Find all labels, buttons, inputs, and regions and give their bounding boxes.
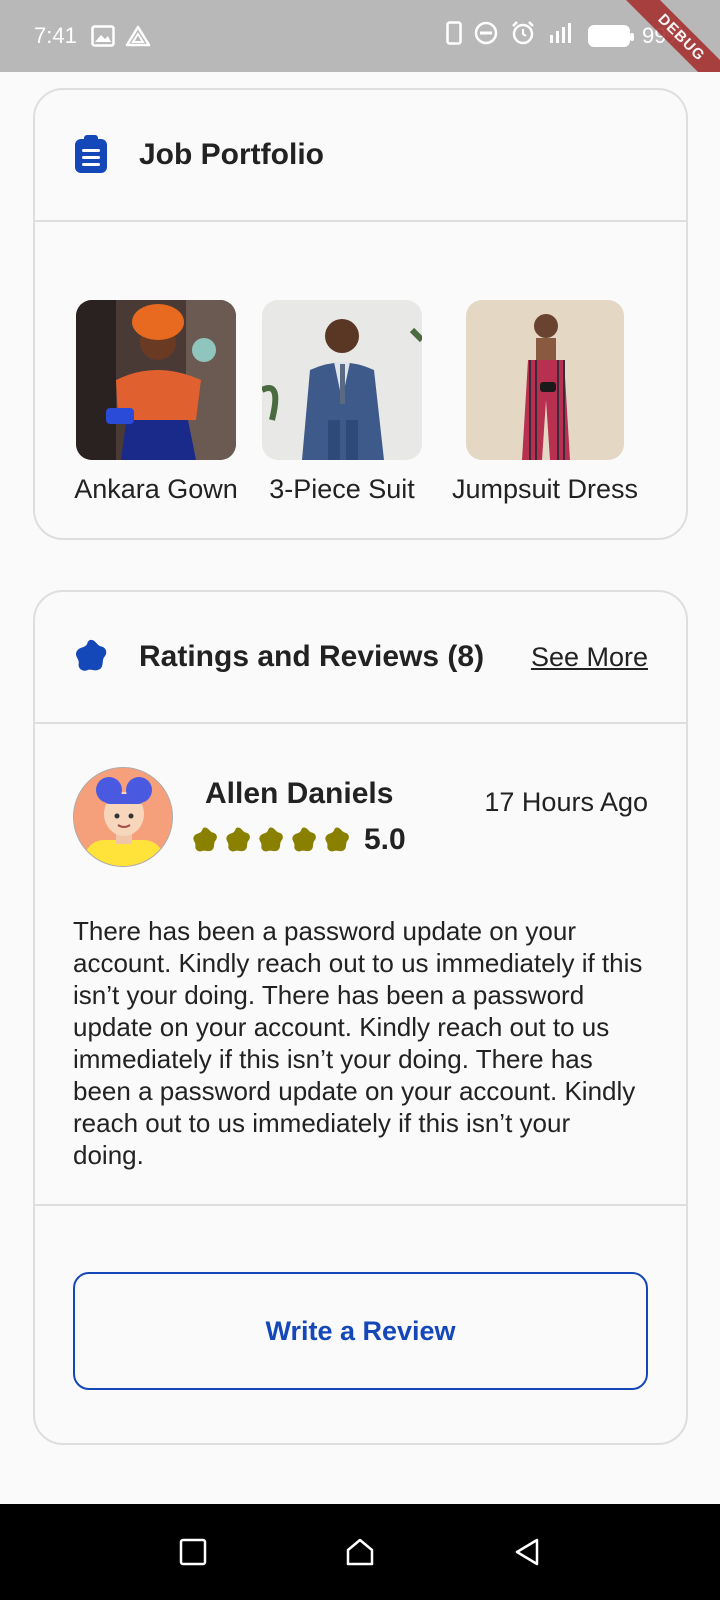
avatar xyxy=(73,767,173,867)
write-review-button[interactable]: Write a Review xyxy=(73,1272,648,1390)
drive-icon xyxy=(125,25,151,47)
navigation-bar xyxy=(0,1504,720,1600)
rating-score: 5.0 xyxy=(364,823,406,856)
reviewer-name: Allen Daniels xyxy=(205,777,394,810)
portfolio-thumb[interactable] xyxy=(466,300,624,460)
home-icon[interactable] xyxy=(340,1532,380,1572)
portfolio-thumb[interactable] xyxy=(76,300,236,460)
job-portfolio-header: Job Portfolio xyxy=(35,90,686,222)
image-icon xyxy=(91,25,115,47)
alarm-icon xyxy=(510,20,536,52)
battery-icon xyxy=(587,25,634,47)
status-time: 7:41 xyxy=(34,23,77,48)
portfolio-item-ankara-gown[interactable]: Ankara Gown xyxy=(71,300,241,505)
ratings-reviews-card: Ratings and Reviews (8) See More Allen D… xyxy=(33,590,688,1445)
divider xyxy=(35,1204,686,1206)
star-icon xyxy=(224,826,252,854)
portfolio-item-label: 3-Piece Suit xyxy=(269,474,415,504)
see-more-link[interactable]: See More xyxy=(531,642,648,673)
clipboard-icon xyxy=(73,135,109,175)
job-portfolio-card: Job Portfolio Ankara Gown 3-Piece Suit J… xyxy=(33,88,688,540)
star-rating: 5.0 xyxy=(191,823,406,857)
review-text: There has been a password update on your… xyxy=(73,916,643,1170)
star-icon xyxy=(290,826,318,854)
portfolio-thumb[interactable] xyxy=(262,300,422,460)
dnd-icon xyxy=(474,21,498,51)
portfolio-item-jumpsuit-dress[interactable]: Jumpsuit Dress xyxy=(440,300,650,505)
phone-icon xyxy=(446,21,462,51)
back-icon[interactable] xyxy=(507,1532,547,1572)
review-timestamp: 17 Hours Ago xyxy=(484,787,648,817)
ratings-reviews-header: Ratings and Reviews (8) See More xyxy=(35,592,686,724)
status-bar: 7:41 99% DEBUG xyxy=(0,0,720,72)
portfolio-item-label: Ankara Gown xyxy=(74,474,238,504)
star-icon xyxy=(191,826,219,854)
star-icon xyxy=(257,826,285,854)
ratings-reviews-title: Ratings and Reviews (8) xyxy=(139,640,485,673)
job-portfolio-title: Job Portfolio xyxy=(139,138,324,171)
portfolio-item-3-piece-suit[interactable]: 3-Piece Suit xyxy=(257,300,427,505)
recent-apps-icon[interactable] xyxy=(173,1532,213,1572)
star-icon xyxy=(323,826,351,854)
review-item: Allen Daniels 17 Hours Ago 5.0 There has… xyxy=(73,767,648,1170)
portfolio-item-label: Jumpsuit Dress xyxy=(451,474,639,504)
signal-icon xyxy=(548,21,576,51)
badge-icon xyxy=(73,637,109,677)
